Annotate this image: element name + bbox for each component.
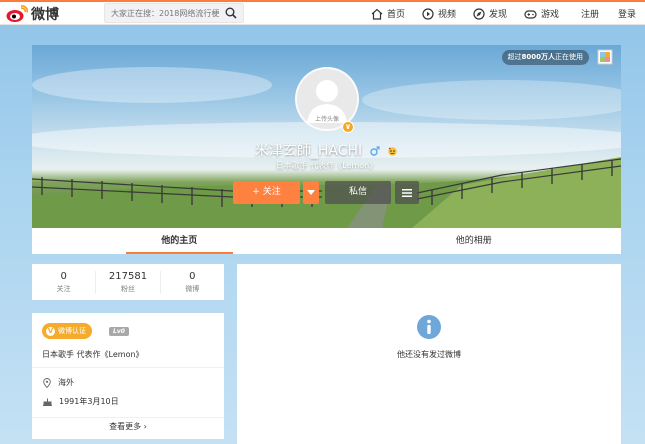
info-icon [417,315,441,339]
view-more-link[interactable]: 查看更多 › [32,421,224,432]
tab-home[interactable]: 他的主页 [32,228,327,254]
message-button[interactable]: 私信 [325,181,391,204]
level-badge[interactable]: Lv0 [109,327,129,336]
cert-label: 微博认证 [58,327,86,335]
tab-album[interactable]: 他的相册 [327,228,622,254]
caret-down-icon [307,190,315,195]
verified-v-icon: ∨ [342,121,354,133]
search-icon[interactable] [225,7,237,19]
weibo-verified-badge[interactable]: V 微博认证 [42,323,92,339]
profile-tabs: 他的主页 他的相册 [32,228,621,254]
profile-bio: 日本歌手 代表作《Lemon》 [275,161,378,170]
online-users-badge: 超过8000万人正在使用 [501,50,589,65]
location-text: 海外 [58,378,74,387]
username-text: 米津玄師_HACHI [254,143,363,159]
emoji-badge-icon [388,147,397,156]
online-prefix: 超过 [507,53,522,61]
register-link[interactable]: 注册 [581,7,599,20]
follow-dropdown-button[interactable] [303,181,319,204]
menu-icon [402,189,412,197]
stat-posts[interactable]: 0 微博 [161,271,224,294]
nav-video-label: 视频 [438,10,457,20]
verified-v-icon: V [46,326,55,336]
weibo-eye-icon [6,5,28,22]
nav-login[interactable]: 登录 [618,2,636,25]
nav-discover[interactable]: 发现 [473,2,507,25]
follow-button[interactable]: + 关注 [233,181,300,204]
home-icon [371,8,383,20]
nav-game-label: 游戏 [541,10,560,20]
profile-stats: 0 关注 217581 粉丝 0 微博 [32,264,224,300]
logo-text: 微博 [31,7,59,23]
birthday-row: 1991年3月10日 [43,396,119,407]
posts-label: 微博 [185,284,200,293]
divider [32,367,224,368]
location-row: 海外 [43,377,74,388]
nav-discover-label: 发现 [489,10,508,20]
more-menu-button[interactable] [395,181,419,204]
male-gender-icon [369,146,380,156]
location-pin-icon [43,377,51,388]
followers-count: 217581 [108,270,148,282]
followers-label: 粉丝 [120,284,135,293]
feed-panel: 他还没有发过微博 [237,264,621,444]
online-count: 8000万人 [521,53,555,61]
game-icon [524,9,537,19]
following-count: 0 [60,270,67,282]
stat-followers[interactable]: 217581 粉丝 [96,270,161,294]
online-suffix: 正在使用 [555,53,583,61]
divider [32,417,224,418]
nav-home-label: 首页 [387,10,406,20]
nav-game[interactable]: 游戏 [524,2,559,25]
birthday-text: 1991年3月10日 [59,397,119,406]
stat-following[interactable]: 0 关注 [32,270,97,294]
nav-video[interactable]: 视频 [422,2,456,25]
posts-count: 0 [189,270,196,282]
weibo-logo[interactable]: 微博 [6,3,59,25]
nav-register[interactable]: 注册 [581,2,599,25]
profile-username: 米津玄師_HACHI [32,140,621,160]
profile-description: 日本歌手 代表作《Lemon》 [42,350,144,359]
profile-cover: 超过8000万人正在使用 上传头像 ∨ 米津玄師_HACHI 日本歌手 代表作《… [32,45,621,228]
video-icon [422,7,434,20]
nav-home[interactable]: 首页 [371,2,405,25]
birthday-cake-icon [43,398,52,406]
discover-icon [473,7,485,20]
search-input[interactable] [105,4,220,22]
empty-feed-message: 他还没有发过微博 [397,350,461,359]
following-label: 关注 [56,284,71,293]
search-box [104,3,244,23]
login-link[interactable]: 登录 [618,7,636,20]
skin-settings-icon[interactable] [597,49,613,65]
top-nav-bar: 微博 首页 视频 发现 游戏 注册 登录 [0,0,645,25]
profile-info-card: V 微博认证 Lv0 日本歌手 代表作《Lemon》 海外 1991年3月10日… [32,313,224,439]
